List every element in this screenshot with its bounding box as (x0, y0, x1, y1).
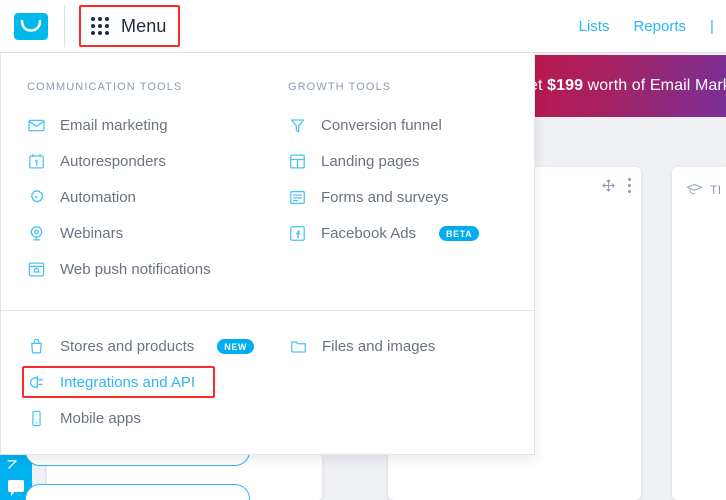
plug-connector-icon (27, 373, 46, 392)
menu-item-autoresponders[interactable]: Autoresponders (27, 143, 278, 179)
menu-item-facebook-ads[interactable]: Facebook Ads BETA (288, 215, 534, 251)
app-root: et $199 worth of Email Mark esponse TI o… (0, 0, 726, 500)
lower-right-column: Files and images (279, 328, 536, 436)
menu-item-label: Webinars (60, 224, 124, 242)
menu-item-forms-and-surveys[interactable]: Forms and surveys (288, 179, 534, 215)
menu-item-stores-and-products[interactable]: Stores and products NEW (27, 328, 279, 364)
webcam-icon (27, 224, 46, 243)
menu-item-label: Landing pages (320, 152, 420, 170)
graduation-cap-icon (686, 184, 703, 195)
app-logo[interactable] (12, 10, 50, 42)
menu-item-files-and-images[interactable]: Files and images (289, 328, 536, 364)
lower-left-column: Stores and products NEW Integrations and… (1, 328, 279, 436)
menu-item-webinars[interactable]: Webinars (27, 215, 278, 251)
menu-item-label: Files and images (322, 337, 436, 355)
promo-banner[interactable]: et $199 worth of Email Mark (535, 55, 726, 117)
promo-prefix: et (535, 77, 543, 94)
menu-item-label: Mobile apps (60, 409, 141, 427)
nav-link-reports[interactable]: Reports (633, 18, 686, 35)
menu-item-label: Integrations and API (60, 373, 196, 391)
nav-link-clipped[interactable]: | (710, 18, 720, 35)
shopping-bag-icon (27, 337, 46, 356)
folder-icon (289, 337, 308, 356)
growth-tools-column: GROWTH TOOLS Conversion funnel Landing p… (278, 81, 534, 287)
envelope-icon (27, 116, 46, 135)
card-a-tools (601, 178, 631, 193)
dropdown-divider (1, 310, 536, 311)
menu-item-label: Forms and surveys (320, 188, 449, 206)
top-bar: Menu Lists Reports | (0, 0, 726, 53)
browser-bell-icon (27, 260, 46, 279)
beta-badge: BETA (439, 225, 480, 241)
move-cross-icon[interactable] (601, 178, 616, 193)
facebook-square-icon (288, 224, 307, 243)
menu-item-label: Conversion funnel (320, 116, 442, 134)
promo-banner-text: et $199 worth of Email Mark (535, 77, 726, 95)
communication-tools-column: COMMUNICATION TOOLS Email marketing Auto… (1, 81, 278, 287)
promo-suffix: worth of Email Mark (583, 77, 726, 94)
gear-play-icon (27, 188, 46, 207)
dashboard-card-b[interactable]: TI (672, 167, 726, 500)
mobile-phone-icon (27, 409, 46, 428)
menu-item-label: Facebook Ads (320, 224, 417, 242)
new-badge: NEW (217, 338, 255, 354)
calendar-one-icon (27, 152, 46, 171)
form-lines-icon (288, 188, 307, 207)
menu-item-label: Web push notifications (60, 260, 211, 278)
promo-amount: $199 (547, 77, 584, 94)
menu-item-label: Automation (60, 188, 136, 206)
kebab-menu-icon[interactable] (628, 178, 631, 193)
menu-item-conversion-funnel[interactable]: Conversion funnel (288, 107, 534, 143)
communication-tools-title: COMMUNICATION TOOLS (27, 81, 183, 93)
menu-item-label: Autoresponders (60, 152, 166, 170)
funnel-icon (288, 116, 307, 135)
main-menu-dropdown: COMMUNICATION TOOLS Email marketing Auto… (0, 53, 536, 455)
menu-item-label: Stores and products (60, 337, 195, 355)
dropdown-top-columns: COMMUNICATION TOOLS Email marketing Auto… (1, 53, 534, 287)
top-bar-divider (64, 5, 65, 47)
getresponse-envelope-logo (14, 12, 48, 40)
menu-item-web-push-notifications[interactable]: Web push notifications (27, 251, 278, 287)
chat-corner-icon (7, 460, 17, 469)
menu-item-automation[interactable]: Automation (27, 179, 278, 215)
menu-item-label: Email marketing (60, 116, 168, 134)
outlined-button-bottom[interactable] (25, 484, 250, 500)
chat-bubble-icon (8, 479, 24, 496)
menu-item-mobile-apps[interactable]: Mobile apps (27, 400, 279, 436)
card-b-header: TI (672, 167, 726, 198)
menu-item-landing-pages[interactable]: Landing pages (288, 143, 534, 179)
card-b-header-label: TI (710, 182, 722, 197)
main-menu-button[interactable]: Menu (79, 5, 181, 47)
apps-grid-icon (91, 17, 109, 35)
nav-link-lists[interactable]: Lists (579, 18, 610, 35)
growth-tools-title: GROWTH TOOLS (287, 81, 392, 93)
dropdown-lower-columns: Stores and products NEW Integrations and… (1, 328, 536, 436)
layout-icon (288, 152, 307, 171)
menu-item-integrations-and-api[interactable]: Integrations and API (27, 364, 279, 400)
menu-item-email-marketing[interactable]: Email marketing (27, 107, 278, 143)
main-menu-button-label: Menu (121, 15, 167, 36)
top-navigation: Lists Reports | (579, 0, 726, 53)
